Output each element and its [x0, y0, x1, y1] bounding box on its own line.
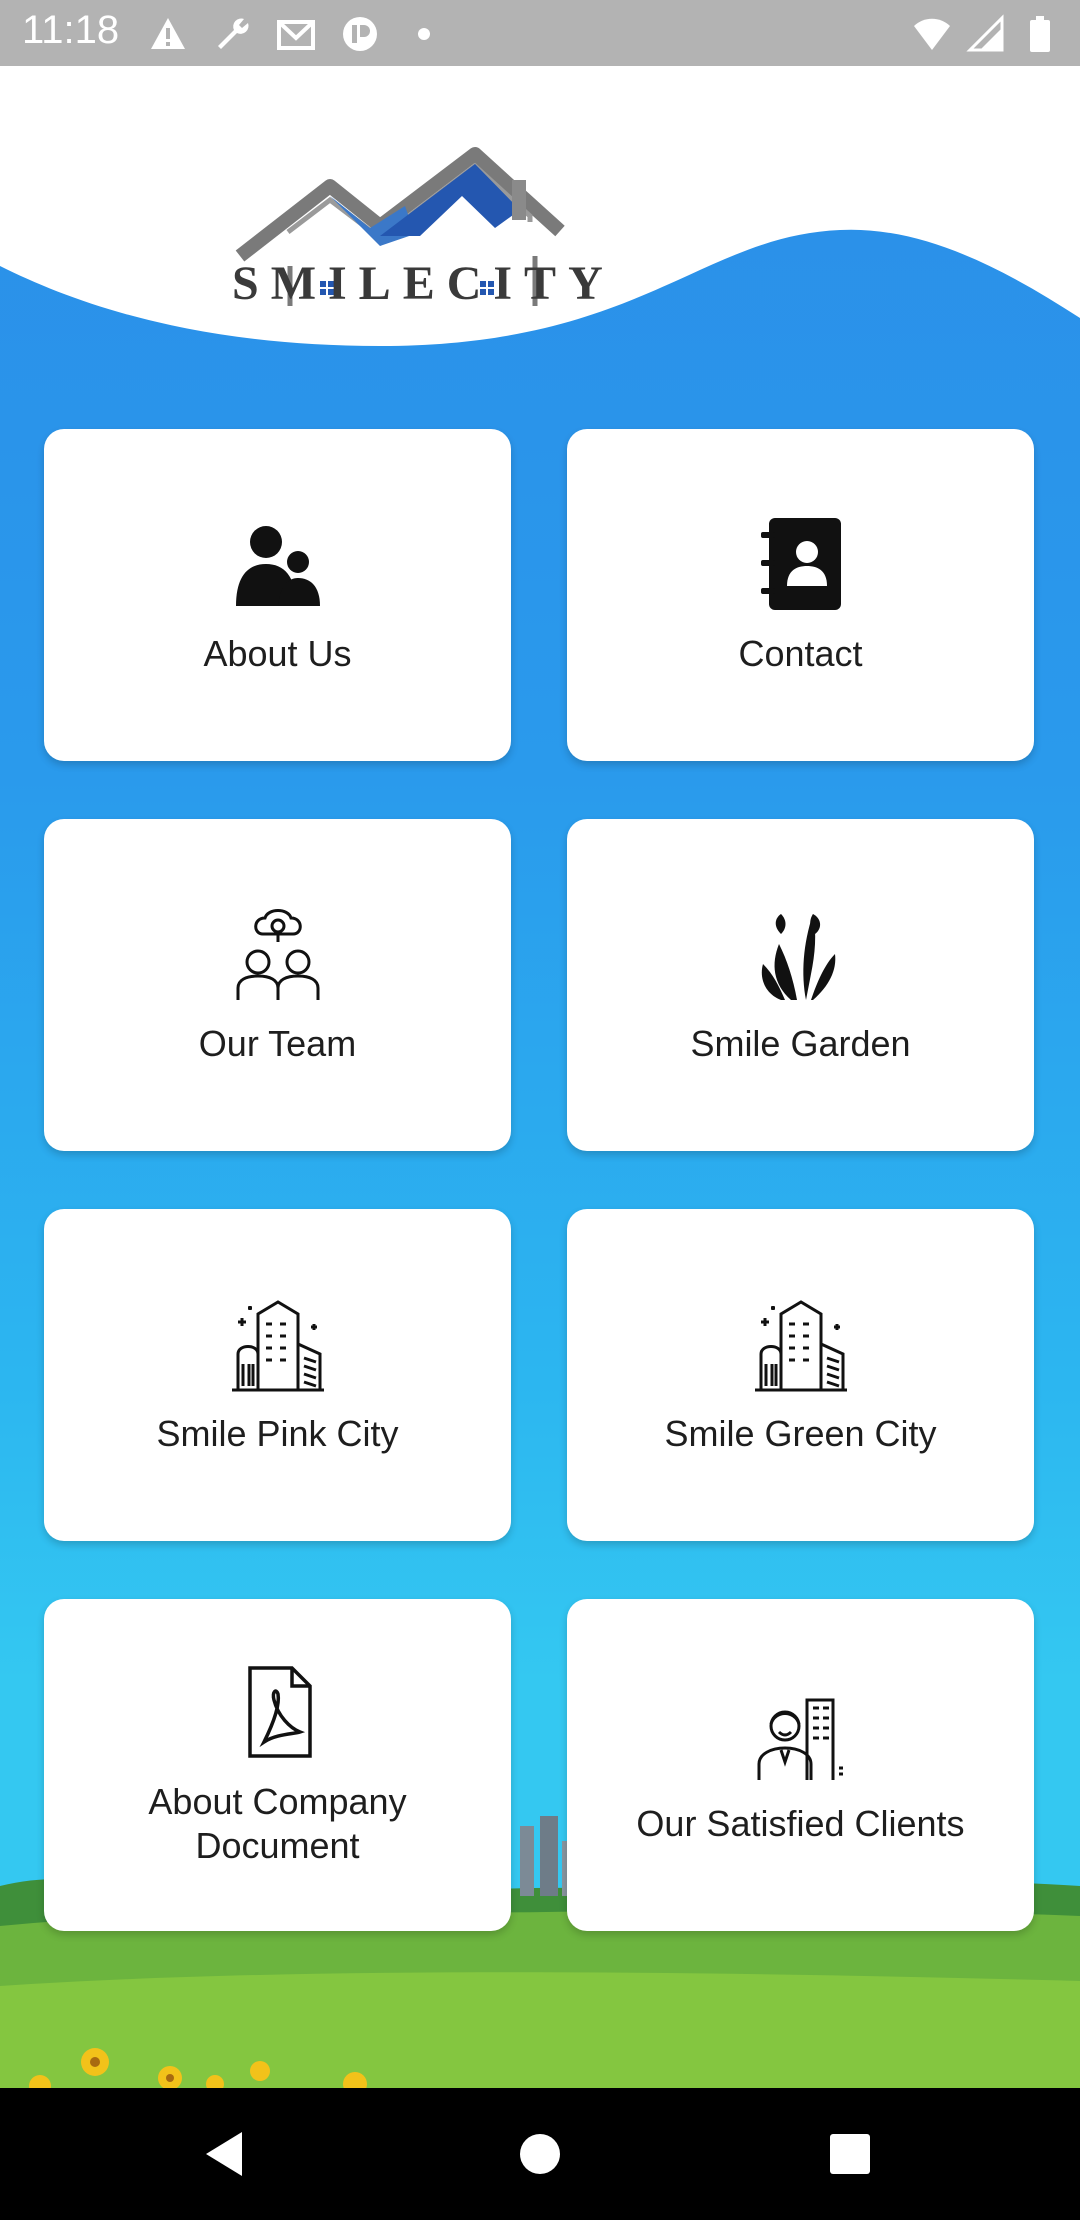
about-us-card[interactable]: About Us: [44, 429, 511, 761]
card-label: About Us: [203, 633, 352, 674]
flower-plant-icon: [761, 914, 835, 1000]
pdf-document-icon: [247, 1666, 312, 1758]
home-icon[interactable]: [504, 2118, 576, 2190]
smile-garden-card[interactable]: Smile Garden: [567, 819, 1034, 1151]
our-team-card[interactable]: Our Team: [44, 819, 511, 1151]
battery-icon: [1030, 16, 1050, 52]
notification-icons: [148, 14, 444, 54]
contact-card[interactable]: Contact: [567, 429, 1034, 761]
about-company-document-card[interactable]: About Company Document: [44, 1599, 511, 1931]
app-icon: [343, 17, 377, 51]
recents-icon[interactable]: [814, 2118, 886, 2190]
city-buildings-icon: [754, 1300, 847, 1392]
wifi-icon: [914, 18, 950, 50]
our-satisfied-clients-card[interactable]: Our Satisfied Clients: [567, 1599, 1034, 1931]
back-icon[interactable]: [188, 2118, 260, 2190]
card-label: About Company Document: [148, 1781, 407, 1866]
smile-pink-city-card[interactable]: Smile Pink City: [44, 1209, 511, 1541]
card-label: Our Team: [198, 1023, 357, 1064]
system-icons: [912, 14, 1060, 54]
card-label: Smile Pink City: [156, 1413, 399, 1454]
status-time: 11:18: [22, 8, 120, 52]
card-label: Contact: [738, 633, 863, 674]
client-building-icon: [757, 1698, 843, 1780]
main-content: SMILECITY About Us Contact Our Team Smil…: [0, 66, 1080, 2088]
wrench-icon: [218, 18, 249, 49]
card-label: Smile Green City: [664, 1413, 937, 1454]
card-label: Smile Garden: [690, 1023, 911, 1064]
dot-icon: [418, 28, 430, 40]
warning-icon: [151, 18, 185, 49]
signal-icon: [966, 14, 1004, 52]
card-label: Our Satisfied Clients: [636, 1803, 965, 1844]
smile-green-city-card[interactable]: Smile Green City: [567, 1209, 1034, 1541]
status-bar: 11:18: [0, 0, 1080, 66]
person-group-icon: [235, 526, 320, 606]
city-buildings-icon: [231, 1300, 324, 1392]
navigation-bar: [0, 2088, 1080, 2220]
team-idea-icon: [236, 909, 319, 1000]
logo-text: SMILECITY: [232, 257, 615, 310]
gmail-icon: [277, 20, 315, 50]
address-book-icon: [760, 518, 841, 610]
